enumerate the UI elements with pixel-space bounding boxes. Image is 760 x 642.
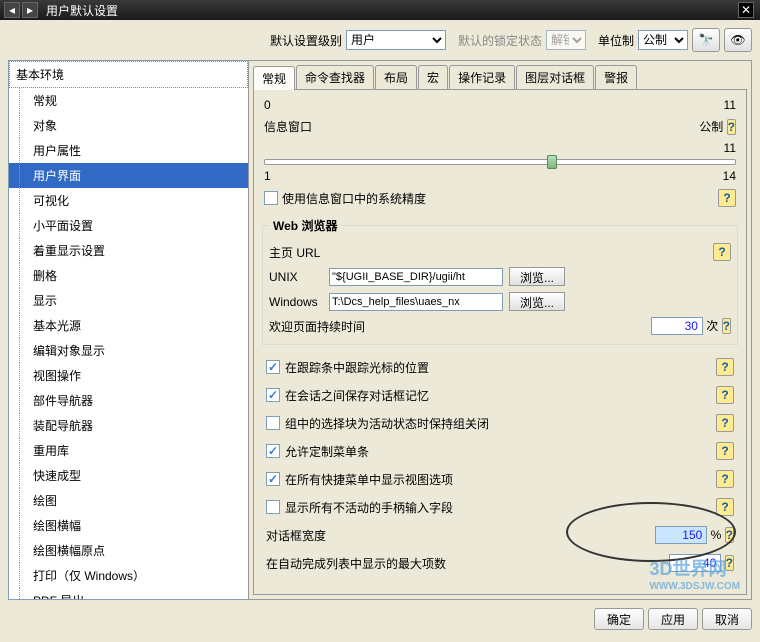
tree-item[interactable]: 绘图 <box>9 488 248 513</box>
default-level-select[interactable]: 用户 <box>346 30 446 50</box>
dialog-width-input[interactable] <box>655 526 707 544</box>
tab[interactable]: 常规 <box>253 66 295 90</box>
tabs: 常规命令查找器布局宏操作记录图层对话框警报 <box>249 61 751 89</box>
tab[interactable]: 警报 <box>595 65 637 89</box>
help-icon[interactable]: ? <box>725 555 734 571</box>
tree-item[interactable]: 小平面设置 <box>9 213 248 238</box>
back-button[interactable]: ◂ <box>4 2 20 18</box>
cancel-button[interactable]: 取消 <box>702 608 752 630</box>
save-dialog-memory-check[interactable] <box>266 388 280 402</box>
tree-item[interactable]: 删格 <box>9 263 248 288</box>
info-window-label: 信息窗口 <box>264 118 312 135</box>
inactive-handles-check[interactable] <box>266 500 280 514</box>
tree-item[interactable]: 打印（仅 Windows） <box>9 563 248 588</box>
window-title: 用户默认设置 <box>46 2 118 19</box>
help-icon[interactable]: ? <box>716 470 734 488</box>
view-options-check[interactable] <box>266 472 280 486</box>
help-icon[interactable]: ? <box>716 498 734 516</box>
autocomplete-label: 在自动完成列表中显示的最大项数 <box>266 555 446 572</box>
help-icon[interactable]: ? <box>718 189 736 207</box>
tree-root[interactable]: 基本环境 <box>9 61 248 88</box>
tree-item[interactable]: 编辑对象显示 <box>9 338 248 363</box>
sys-precision-check[interactable] <box>264 191 278 205</box>
web-browser-group: Web 浏览器 主页 URL? UNIX 浏览... Windows 浏览...… <box>262 217 738 345</box>
tab[interactable]: 图层对话框 <box>516 65 594 89</box>
custom-menu-check[interactable] <box>266 444 280 458</box>
tab[interactable]: 操作记录 <box>449 65 515 89</box>
tree-item[interactable]: 着重显示设置 <box>9 238 248 263</box>
forward-button[interactable]: ▸ <box>22 2 38 18</box>
slider-thumb[interactable] <box>547 155 557 169</box>
autocomplete-max-input[interactable] <box>669 554 721 572</box>
welcome-duration-input[interactable] <box>651 317 703 335</box>
help-icon[interactable]: ? <box>716 414 734 432</box>
group-select-check[interactable] <box>266 416 280 430</box>
help-icon[interactable]: ? <box>725 527 734 543</box>
tree-item[interactable]: PDF 导出 <box>9 588 248 600</box>
tab[interactable]: 宏 <box>418 65 448 89</box>
tree-item[interactable]: 部件导航器 <box>9 388 248 413</box>
tree-item[interactable]: 可视化 <box>9 188 248 213</box>
unix-path-input[interactable] <box>329 268 503 286</box>
tree-item[interactable]: 常规 <box>9 88 248 113</box>
default-level-label: 默认设置级别 <box>270 32 342 49</box>
binoculars-icon[interactable]: 🔭 <box>692 28 720 52</box>
apply-button[interactable]: 应用 <box>648 608 698 630</box>
help-icon[interactable]: ? <box>716 358 734 376</box>
help-icon[interactable]: ? <box>713 243 731 261</box>
slider[interactable] <box>264 159 736 165</box>
unit-label: 单位制 <box>598 32 634 49</box>
tree-item[interactable]: 基本光源 <box>9 313 248 338</box>
tree-item[interactable]: 显示 <box>9 288 248 313</box>
windows-path-input[interactable] <box>329 293 503 311</box>
tab[interactable]: 命令查找器 <box>296 65 374 89</box>
track-cursor-check[interactable] <box>266 360 280 374</box>
browse-button[interactable]: 浏览... <box>509 267 565 286</box>
help-icon[interactable]: ? <box>716 442 734 460</box>
close-button[interactable]: ✕ <box>738 2 754 18</box>
tree-item[interactable]: 快速成型 <box>9 463 248 488</box>
tree-item[interactable]: 装配导航器 <box>9 413 248 438</box>
tree-item[interactable]: 用户属性 <box>9 138 248 163</box>
help-icon[interactable]: ? <box>716 386 734 404</box>
help-icon[interactable]: ? <box>727 119 736 135</box>
dialog-width-label: 对话框宽度 <box>266 527 326 544</box>
eye-icon[interactable]: 👁 <box>724 28 752 52</box>
unit-select[interactable]: 公制 <box>638 30 688 50</box>
tree-item[interactable]: 绘图横幅 <box>9 513 248 538</box>
tree[interactable]: 基本环境 常规对象用户属性用户界面可视化小平面设置着重显示设置删格显示基本光源编… <box>8 60 248 600</box>
tree-item[interactable]: 重用库 <box>9 438 248 463</box>
browse-button[interactable]: 浏览... <box>509 292 565 311</box>
help-icon[interactable]: ? <box>722 318 731 334</box>
tab-content: 011 信息窗口公制 ? 11 114 使用信息窗口中的系统精度 ? Web 浏… <box>253 89 747 595</box>
tree-item[interactable]: 对象 <box>9 113 248 138</box>
lock-state-select[interactable]: 解锁 <box>546 30 586 50</box>
tree-item[interactable]: 视图操作 <box>9 363 248 388</box>
lock-state-label: 默认的锁定状态 <box>458 32 542 49</box>
tree-item[interactable]: 用户界面 <box>9 163 248 188</box>
tree-item[interactable]: 绘图横幅原点 <box>9 538 248 563</box>
ok-button[interactable]: 确定 <box>594 608 644 630</box>
tab[interactable]: 布局 <box>375 65 417 89</box>
